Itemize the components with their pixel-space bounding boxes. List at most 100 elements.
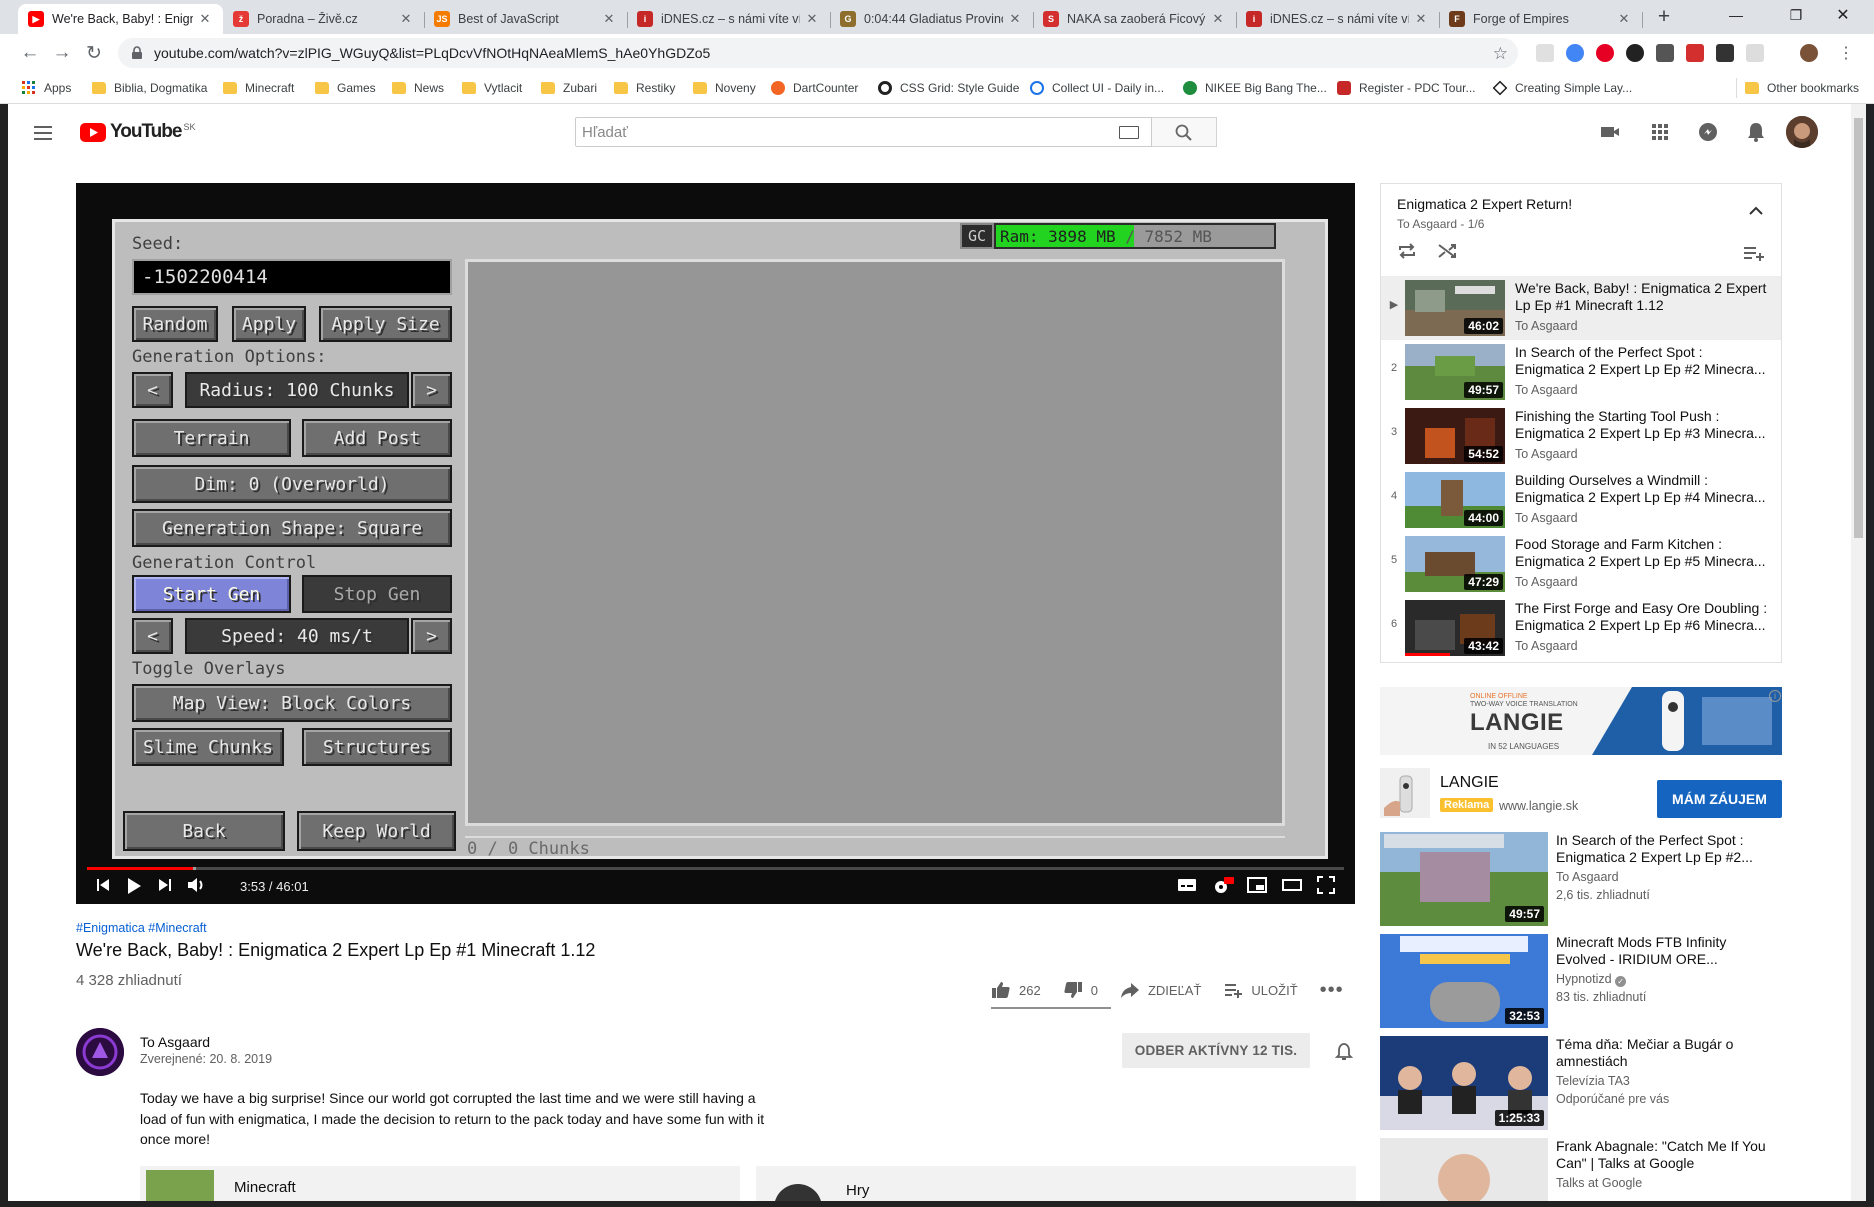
recommended-video[interactable]: 49:57 In Search of the Perfect Spot : En… (1380, 832, 1782, 926)
youtube-logo[interactable]: YouTube SK (80, 121, 195, 143)
miniplayer-icon[interactable] (1247, 876, 1267, 894)
bookmark-folder[interactable]: Vytlacit (462, 78, 522, 98)
dislike-button[interactable]: 0 (1063, 980, 1098, 1000)
video-player[interactable]: Seed: -1502200414 Random Apply Apply Siz… (76, 183, 1355, 904)
playlist-item[interactable]: ▶ 46:02 We're Back, Baby! : Enigmatica 2… (1381, 276, 1781, 340)
back-arrow-icon[interactable]: ← (16, 39, 44, 67)
category-card[interactable]: Hry (756, 1166, 1356, 1201)
extension-icon[interactable] (1656, 44, 1674, 62)
playlist-title[interactable]: Enigmatica 2 Expert Return! (1397, 196, 1572, 212)
subtitles-icon[interactable] (1177, 876, 1197, 894)
search-button[interactable] (1152, 117, 1217, 147)
ad-banner[interactable]: ONLINE OFFLINE TWO-WAY VOICE TRANSLATION… (1380, 687, 1782, 755)
close-tab-icon[interactable]: ✕ (804, 11, 820, 27)
channel-avatar[interactable] (76, 1028, 124, 1076)
video-progress-bar[interactable] (87, 867, 1344, 870)
bookmark-dartcounter[interactable]: DartCounter (771, 78, 858, 98)
hamburger-menu-icon[interactable] (31, 121, 55, 145)
bookmark-creating-layout[interactable]: Creating Simple Lay... (1492, 78, 1632, 98)
save-button[interactable]: ULOŽIŤ (1223, 980, 1298, 1000)
fullscreen-icon[interactable] (1317, 876, 1335, 894)
ad-url[interactable]: www.langie.sk (1499, 799, 1578, 813)
close-tab-icon[interactable]: ✕ (1413, 11, 1429, 27)
tab-best-of-js[interactable]: JS Best of JavaScript ✕ (424, 4, 628, 34)
bookmark-folder[interactable]: Games (315, 78, 376, 98)
extension-icon[interactable] (1746, 44, 1764, 62)
playlist-item[interactable]: 5 47:29 Food Storage and Farm Kitchen : … (1381, 532, 1781, 596)
more-actions-icon[interactable]: ••• (1320, 979, 1344, 1002)
close-tab-icon[interactable]: ✕ (1007, 11, 1023, 27)
extension-icon[interactable] (1566, 44, 1584, 62)
reload-icon[interactable]: ↻ (80, 39, 108, 67)
menu-dots-icon[interactable]: ⋮ (1832, 39, 1860, 67)
tab-zive[interactable]: ž Poradna – Živě.cz ✕ (223, 4, 425, 34)
collapse-chevron-icon[interactable] (1749, 206, 1763, 216)
restore-window-button[interactable]: ❐ (1773, 0, 1819, 30)
pdf-icon[interactable] (1686, 44, 1704, 62)
close-tab-icon[interactable]: ✕ (1210, 11, 1226, 27)
keyboard-icon[interactable] (1119, 126, 1139, 139)
bookmark-pdc[interactable]: Register - PDC Tour... (1337, 78, 1475, 98)
settings-gear-icon[interactable] (1212, 876, 1234, 896)
next-video-icon[interactable] (156, 876, 174, 894)
game-card-minecraft[interactable]: Minecraft (140, 1166, 740, 1201)
shuffle-icon[interactable] (1437, 242, 1457, 260)
tab-gladiatus[interactable]: G 0:04:44 Gladiatus Provincia ✕ (830, 4, 1034, 34)
bookmark-star-icon[interactable]: ☆ (1493, 44, 1508, 64)
other-bookmarks[interactable]: Other bookmarks (1736, 78, 1859, 98)
profile-avatar[interactable] (1800, 44, 1818, 62)
close-tab-icon[interactable]: ✕ (398, 11, 414, 27)
pinterest-icon[interactable] (1596, 44, 1614, 62)
bookmark-css-grid[interactable]: CSS Grid: Style Guide (878, 78, 1019, 98)
playlist-item[interactable]: 4 44:00 Building Ourselves a Windmill : … (1381, 468, 1781, 532)
notifications-bell-icon[interactable] (1744, 120, 1768, 144)
playlist-item[interactable]: 2 49:57 In Search of the Perfect Spot : … (1381, 340, 1781, 404)
extension-icon[interactable] (1626, 44, 1644, 62)
account-avatar[interactable] (1786, 116, 1818, 148)
ad-cta-button[interactable]: MÁM ZÁUJEM (1657, 780, 1782, 818)
video-hashtags[interactable]: #Enigmatica #Minecraft (76, 921, 207, 935)
scrollbar-thumb[interactable] (1854, 118, 1863, 538)
previous-video-icon[interactable] (94, 876, 112, 894)
apps-grid-icon[interactable] (1648, 120, 1672, 144)
playlist-menu-icon[interactable] (1743, 244, 1765, 262)
close-tab-icon[interactable]: ✕ (1616, 11, 1632, 27)
forward-arrow-icon[interactable]: → (48, 39, 76, 67)
bookmark-collect-ui[interactable]: Collect UI - Daily in... (1030, 78, 1164, 98)
tab-youtube[interactable]: ▶ We're Back, Baby! : Enigma ✕ (18, 4, 223, 34)
search-input[interactable]: Hľadať (575, 117, 1152, 147)
messages-icon[interactable] (1696, 120, 1720, 144)
recommended-video[interactable]: 32:53 Minecraft Mods FTB Infinity Evolve… (1380, 934, 1782, 1028)
volume-icon[interactable] (186, 876, 206, 894)
share-button[interactable]: ZDIEĽAŤ (1120, 980, 1201, 1000)
tab-forge-of-empires[interactable]: F Forge of Empires ✕ (1439, 4, 1643, 34)
subscribe-button[interactable]: ODBER AKTÍVNY 12 TIS. (1122, 1033, 1310, 1068)
new-tab-button[interactable]: + (1652, 6, 1676, 30)
bookmark-folder[interactable]: Noveny (693, 78, 756, 98)
extension-icon[interactable] (1716, 44, 1734, 62)
bookmark-folder[interactable]: Zubari (541, 78, 597, 98)
playlist-item[interactable]: 6 43:42 The First Forge and Easy Ore Dou… (1381, 596, 1781, 660)
create-video-icon[interactable] (1598, 120, 1622, 144)
tab-idnes-2[interactable]: i iDNES.cz – s námi víte víc ✕ (1236, 4, 1440, 34)
playlist-item[interactable]: 3 54:52 Finishing the Starting Tool Push… (1381, 404, 1781, 468)
tab-naka[interactable]: S NAKA sa zaoberá Ficovým ✕ (1033, 4, 1237, 34)
address-bar[interactable]: youtube.com/watch?v=zlPIG_WGuyQ&list=PLq… (118, 38, 1518, 68)
bookmark-folder[interactable]: Minecraft (223, 78, 294, 98)
play-icon[interactable] (124, 876, 144, 896)
bookmark-nikee[interactable]: NIKEE Big Bang The... (1183, 78, 1327, 98)
notification-bell-icon[interactable] (1334, 1042, 1354, 1062)
bookmark-folder[interactable]: Biblia, Dogmatika (92, 78, 207, 98)
page-scrollbar[interactable] (1851, 104, 1866, 1201)
close-tab-icon[interactable]: ✕ (601, 11, 617, 27)
ad-advertiser-name[interactable]: LANGIE (1440, 774, 1499, 792)
like-button[interactable]: 262 (991, 980, 1041, 1000)
bookmark-folder[interactable]: Restiky (614, 78, 675, 98)
recommended-video[interactable]: 1:25:33 Téma dňa: Mečiar a Bugár o amnes… (1380, 1036, 1782, 1130)
theater-mode-icon[interactable] (1282, 876, 1302, 894)
minimize-window-button[interactable]: — (1713, 0, 1759, 30)
ad-advertiser-logo[interactable] (1380, 768, 1430, 818)
ad-info-icon[interactable]: i (1769, 690, 1781, 702)
close-window-button[interactable]: ✕ (1820, 0, 1866, 30)
channel-name[interactable]: To Asgaard (140, 1034, 210, 1050)
